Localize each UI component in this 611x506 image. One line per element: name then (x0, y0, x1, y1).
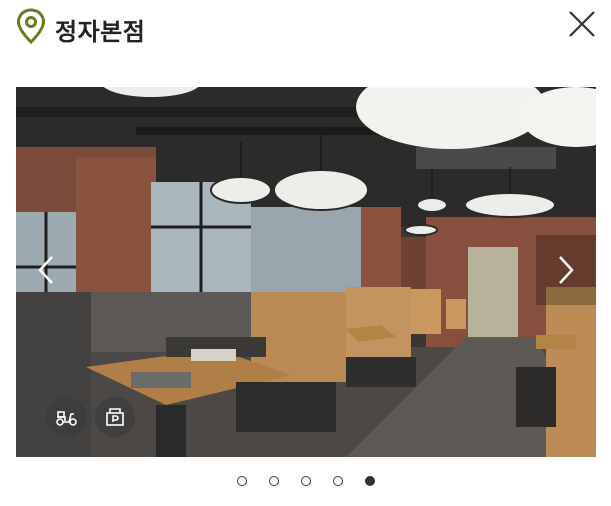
slide-dot-1[interactable] (237, 476, 247, 486)
previous-slide-button[interactable] (16, 235, 76, 305)
chevron-left-icon (38, 256, 53, 284)
close-icon[interactable] (566, 8, 598, 40)
slide-indicator (0, 476, 611, 490)
delivery-scooter-icon (56, 411, 77, 426)
location-pin-icon (16, 8, 46, 44)
store-photo (16, 87, 596, 457)
slide-dot-2[interactable] (269, 476, 279, 486)
chevron-right-icon (559, 256, 574, 284)
parking-icon (106, 408, 124, 426)
slide-dot-5[interactable] (365, 476, 375, 486)
slide-dot-4[interactable] (333, 476, 343, 486)
header: 정자본점 (0, 0, 611, 60)
store-title: 정자본점 (55, 18, 146, 46)
next-slide-button[interactable] (536, 235, 596, 305)
delivery-badge (46, 397, 86, 437)
slide-dot-3[interactable] (301, 476, 311, 486)
parking-badge (95, 397, 135, 437)
